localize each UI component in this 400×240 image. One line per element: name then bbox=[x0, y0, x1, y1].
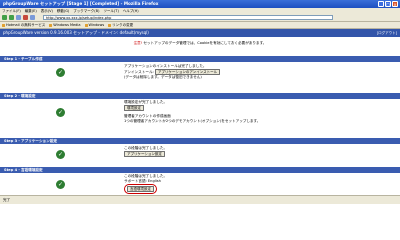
check-icon: ✓ bbox=[56, 108, 65, 117]
bookmark-item[interactable]: Windows bbox=[84, 23, 105, 27]
step2-body: 環境設定が完了しました。 環境設定 管理者アカウントの作成画面 1つの管理者アカ… bbox=[124, 100, 260, 124]
address-bar[interactable]: http://www.xx.xxx.jp/setup/index.php bbox=[43, 15, 333, 20]
bookmark-label: リンクの変更 bbox=[112, 22, 134, 27]
app-config-button[interactable]: アプリケーション設定 bbox=[124, 151, 165, 157]
menu-file[interactable]: ファイル(F) bbox=[2, 9, 21, 14]
notice-warning: 注意! bbox=[133, 41, 143, 45]
check-icon: ✓ bbox=[56, 68, 65, 77]
app-header-title: phpGroupWare version 0.9.16.003 セットアップ -… bbox=[3, 30, 149, 35]
menu-bookmarks[interactable]: ブックマーク(B) bbox=[73, 9, 99, 14]
app-header: phpGroupWare version 0.9.16.003 セットアップ -… bbox=[0, 29, 400, 37]
maximize-button[interactable]: □ bbox=[385, 1, 391, 7]
step3-header: Step 3 - アプリケーション設定 bbox=[0, 138, 400, 144]
language-config-highlight: 言語環境設定 bbox=[124, 184, 157, 194]
bookmark-label: Windows bbox=[88, 23, 105, 27]
bookmark-icon bbox=[2, 23, 5, 27]
minimize-button[interactable]: _ bbox=[378, 1, 384, 7]
cookie-notice: 注意! セットアップのデータ管理では、Cookieを有効にしておく必要があります… bbox=[0, 41, 400, 46]
status-bar: 完了 bbox=[0, 195, 400, 204]
step4-header: Step 4 - 言語環境設定 bbox=[0, 167, 400, 173]
bookmarks-bar: Hotmail の無料サービス Windows Media Windows リン… bbox=[0, 22, 400, 29]
step1-warning: (データは削除します。データは復旧できません) bbox=[124, 75, 202, 79]
bookmark-label: Windows Media bbox=[53, 23, 81, 27]
notice-text: セットアップのデータ管理では、Cookieを有効にしておく必要があります。 bbox=[143, 41, 267, 45]
check-icon: ✓ bbox=[56, 150, 65, 159]
bookmark-item[interactable]: Hotmail の無料サービス bbox=[2, 23, 45, 28]
menu-edit[interactable]: 編集(E) bbox=[25, 9, 37, 14]
bookmark-icon bbox=[108, 23, 112, 27]
logout-link[interactable]: [ログアウト] bbox=[377, 31, 397, 36]
config-button[interactable]: 環境設定 bbox=[124, 105, 144, 111]
forward-icon[interactable] bbox=[9, 15, 14, 20]
window-titlebar: phpGroupWare セットアップ [Stage 1] [Completed… bbox=[0, 0, 400, 8]
navigation-toolbar: http://www.xx.xxx.jp/setup/index.php bbox=[0, 14, 400, 22]
admin-account-desc: 1つの管理者アカウントか2つのデモアカウント(オプション)をセットアップします。 bbox=[124, 119, 261, 123]
menu-tools[interactable]: ツール(T) bbox=[103, 9, 118, 14]
bookmark-icon bbox=[49, 23, 53, 27]
window-controls: _ □ × bbox=[378, 1, 398, 7]
window-title: phpGroupWare セットアップ [Stage 1] [Completed… bbox=[3, 1, 159, 6]
back-icon[interactable] bbox=[2, 15, 7, 20]
home-icon[interactable] bbox=[30, 15, 35, 20]
step1-body: アプリケーションのインストールは完了しました。 アンインストール: アプリケーシ… bbox=[124, 64, 221, 80]
step2-header: Step 2 - 環境設定 bbox=[0, 93, 400, 99]
menu-view[interactable]: 表示(V) bbox=[41, 9, 53, 14]
stop-icon[interactable] bbox=[23, 15, 28, 20]
step3-body: この段階は完了しました。 アプリケーション設定 bbox=[124, 146, 167, 157]
bookmark-label: Hotmail の無料サービス bbox=[6, 22, 46, 27]
menu-help[interactable]: ヘルプ(H) bbox=[123, 9, 139, 14]
bookmark-item[interactable]: リンクの変更 bbox=[108, 23, 133, 28]
menu-go[interactable]: 移動(G) bbox=[57, 9, 69, 14]
step4-body: この段階は完了しました。 サポート言語: English 言語環境設定 bbox=[124, 174, 167, 194]
language-config-button[interactable]: 言語環境設定 bbox=[127, 186, 154, 192]
step1-header: Step 1 - テーブル作成 bbox=[0, 56, 400, 62]
close-button[interactable]: × bbox=[392, 1, 398, 7]
bookmark-item[interactable]: Windows Media bbox=[49, 23, 81, 27]
uninstall-label: アンインストール: bbox=[124, 70, 154, 74]
check-icon: ✓ bbox=[56, 180, 65, 189]
reload-icon[interactable] bbox=[16, 15, 21, 20]
bookmark-icon bbox=[84, 23, 88, 27]
